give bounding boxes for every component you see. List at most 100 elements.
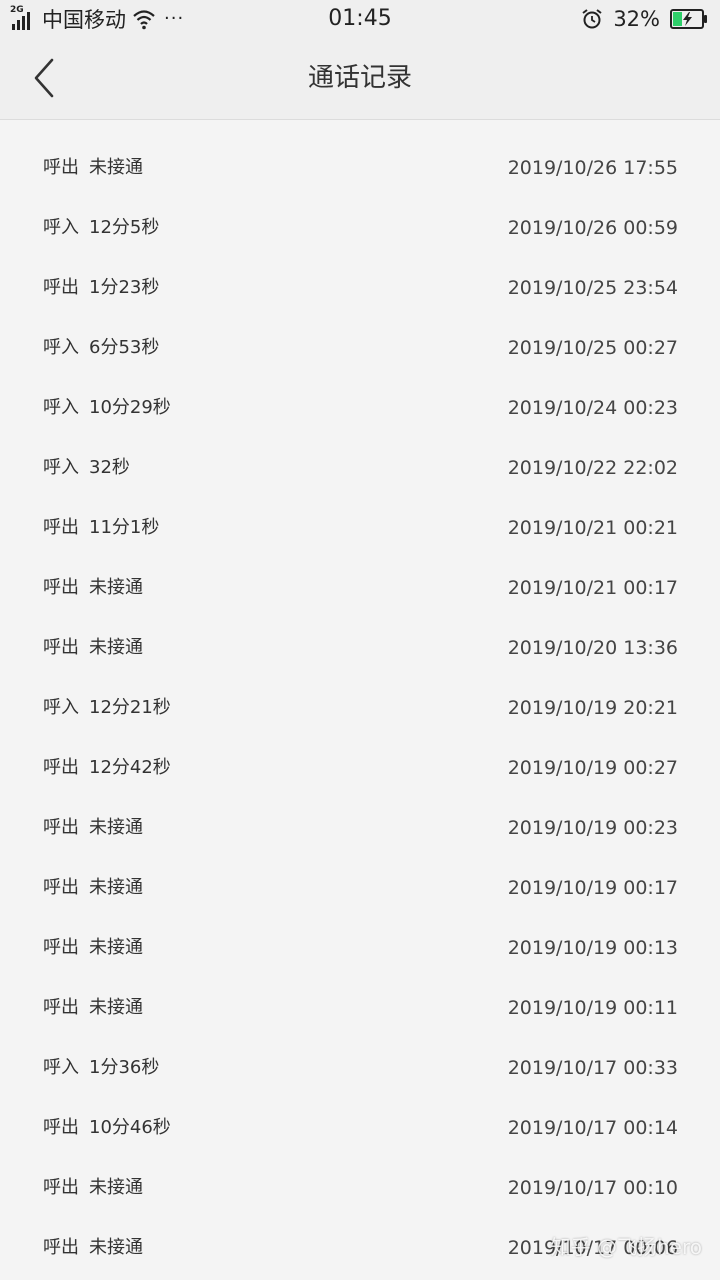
call-record-row[interactable]: 呼入 12分5秒 2019/10/26 00:59 xyxy=(0,198,720,258)
call-record-row[interactable]: 呼入 12分21秒 2019/10/19 20:21 xyxy=(0,678,720,738)
call-datetime: 2019/10/22 22:02 xyxy=(507,457,678,479)
call-record-row[interactable]: 呼出 未接通 2019/10/19 00:13 xyxy=(0,918,720,978)
watermark: 知乎 @飞扬hero xyxy=(550,1235,702,1259)
call-summary: 呼出 未接通 xyxy=(43,558,143,618)
call-direction: 呼入 xyxy=(43,1057,79,1078)
call-duration: 6分53秒 xyxy=(89,337,160,358)
call-datetime: 2019/10/26 00:59 xyxy=(507,217,678,239)
call-summary: 呼入 6分53秒 xyxy=(43,318,159,378)
call-record-row[interactable]: 呼出 未接通 2019/10/19 00:11 xyxy=(0,978,720,1038)
call-summary: 呼出 1分23秒 xyxy=(43,258,159,318)
call-summary: 呼入 12分21秒 xyxy=(43,678,171,738)
call-datetime: 2019/10/21 00:21 xyxy=(507,517,678,539)
call-datetime: 2019/10/21 00:17 xyxy=(507,577,678,599)
call-duration: 10分29秒 xyxy=(89,397,171,418)
alarm-clock-icon xyxy=(582,9,602,29)
call-summary: 呼入 32秒 xyxy=(43,438,130,498)
call-direction: 呼出 xyxy=(43,157,79,178)
call-record-row[interactable]: 呼出 未接通 2019/10/19 00:17 xyxy=(0,858,720,918)
call-direction: 呼出 xyxy=(43,817,79,838)
call-duration: 未接通 xyxy=(89,577,143,598)
call-datetime: 2019/10/25 23:54 xyxy=(507,277,678,299)
call-duration: 12分21秒 xyxy=(89,697,171,718)
call-record-row[interactable]: 呼入 6分53秒 2019/10/25 00:27 xyxy=(0,318,720,378)
call-summary: 呼出 未接通 xyxy=(43,618,143,678)
call-summary: 呼出 未接通 xyxy=(43,978,143,1038)
call-direction: 呼入 xyxy=(43,697,79,718)
call-direction: 呼入 xyxy=(43,397,79,418)
call-datetime: 2019/10/24 00:23 xyxy=(507,397,678,419)
call-summary: 呼出 12分42秒 xyxy=(43,738,171,798)
call-summary: 呼出 11分1秒 xyxy=(43,498,159,558)
call-datetime: 2019/10/19 00:27 xyxy=(507,757,678,779)
call-duration: 未接通 xyxy=(89,637,143,658)
call-direction: 呼入 xyxy=(43,457,79,478)
page-title: 通话记录 xyxy=(307,63,412,93)
call-record-row[interactable]: 呼出 未接通 2019/10/20 13:36 xyxy=(0,618,720,678)
call-duration: 未接通 xyxy=(89,937,143,958)
call-datetime: 2019/10/19 00:11 xyxy=(507,997,678,1019)
nav-bar: 通话记录 xyxy=(0,38,720,120)
status-bar: 2G 中国移动 ··· 01:45 32% xyxy=(0,0,720,38)
call-record-row[interactable]: 呼入 1分36秒 2019/10/17 00:33 xyxy=(0,1038,720,1098)
call-direction: 呼出 xyxy=(43,277,79,298)
call-duration: 12分42秒 xyxy=(89,757,171,778)
call-datetime: 2019/10/17 00:33 xyxy=(507,1057,678,1079)
call-direction: 呼出 xyxy=(43,1117,79,1138)
call-summary: 呼出 未接通 xyxy=(43,1158,143,1218)
call-direction: 呼入 xyxy=(43,217,79,238)
call-duration: 11分1秒 xyxy=(89,517,160,538)
call-record-row[interactable]: 呼出 11分1秒 2019/10/21 00:21 xyxy=(0,498,720,558)
call-record-row[interactable]: 呼出 10分46秒 2019/10/17 00:14 xyxy=(0,1098,720,1158)
status-right: 32% xyxy=(581,4,708,34)
call-summary: 呼出 未接通 xyxy=(43,918,143,978)
call-datetime: 2019/10/26 17:55 xyxy=(507,157,678,179)
call-direction: 呼出 xyxy=(43,997,79,1018)
call-duration: 未接通 xyxy=(89,157,143,178)
call-duration: 未接通 xyxy=(89,997,143,1018)
call-direction: 呼出 xyxy=(43,1177,79,1198)
call-summary: 呼出 未接通 xyxy=(43,1218,143,1278)
call-datetime: 2019/10/19 00:13 xyxy=(507,937,678,959)
call-record-row[interactable]: 呼出 1分23秒 2019/10/25 23:54 xyxy=(0,258,720,318)
call-duration: 12分5秒 xyxy=(89,217,160,238)
call-record-row[interactable]: 呼入 10分29秒 2019/10/24 00:23 xyxy=(0,378,720,438)
battery-charging-icon xyxy=(670,9,707,29)
call-direction: 呼出 xyxy=(43,637,79,658)
call-record-row[interactable]: 呼出 12分42秒 2019/10/19 00:27 xyxy=(0,738,720,798)
call-record-row[interactable]: 呼出 未接通 2019/10/17 00:10 xyxy=(0,1158,720,1218)
call-summary: 呼入 1分36秒 xyxy=(43,1038,159,1098)
call-datetime: 2019/10/17 00:14 xyxy=(507,1117,678,1139)
call-direction: 呼出 xyxy=(43,577,79,598)
call-datetime: 2019/10/17 00:10 xyxy=(507,1177,678,1199)
call-direction: 呼出 xyxy=(43,937,79,958)
call-direction: 呼出 xyxy=(43,517,79,538)
call-duration: 1分23秒 xyxy=(89,277,160,298)
call-direction: 呼入 xyxy=(43,337,79,358)
call-summary: 呼出 未接通 xyxy=(43,138,143,198)
call-duration: 10分46秒 xyxy=(89,1117,171,1138)
call-record-row[interactable]: 呼出 未接通 2019/10/19 00:23 xyxy=(0,798,720,858)
call-summary: 呼入 12分5秒 xyxy=(43,198,159,258)
call-datetime: 2019/10/25 00:27 xyxy=(507,337,678,359)
call-record-row[interactable]: 呼出 未接通 2019/10/26 17:55 xyxy=(0,138,720,198)
call-direction: 呼出 xyxy=(43,877,79,898)
call-summary: 呼出 未接通 xyxy=(43,858,143,918)
call-datetime: 2019/10/20 13:36 xyxy=(507,637,678,659)
call-duration: 32秒 xyxy=(89,457,130,478)
call-duration: 未接通 xyxy=(89,817,143,838)
call-datetime: 2019/10/19 00:23 xyxy=(507,817,678,839)
call-record-row[interactable]: 呼出 未接通 2019/10/21 00:17 xyxy=(0,558,720,618)
call-record-row[interactable]: 呼入 32秒 2019/10/22 22:02 xyxy=(0,438,720,498)
call-duration: 未接通 xyxy=(89,1177,143,1198)
call-summary: 呼出 10分46秒 xyxy=(43,1098,171,1158)
call-datetime: 2019/10/19 20:21 xyxy=(507,697,678,719)
call-direction: 呼出 xyxy=(43,757,79,778)
call-datetime: 2019/10/19 00:17 xyxy=(507,877,678,899)
call-summary: 呼入 10分29秒 xyxy=(43,378,171,438)
call-duration: 未接通 xyxy=(89,1237,143,1258)
call-duration: 未接通 xyxy=(89,877,143,898)
call-summary: 呼出 未接通 xyxy=(43,798,143,858)
call-direction: 呼出 xyxy=(43,1237,79,1258)
call-record-list: 呼出 未接通 2019/10/26 17:55 呼入 12分5秒 2019/10/26 0… xyxy=(0,138,720,1278)
